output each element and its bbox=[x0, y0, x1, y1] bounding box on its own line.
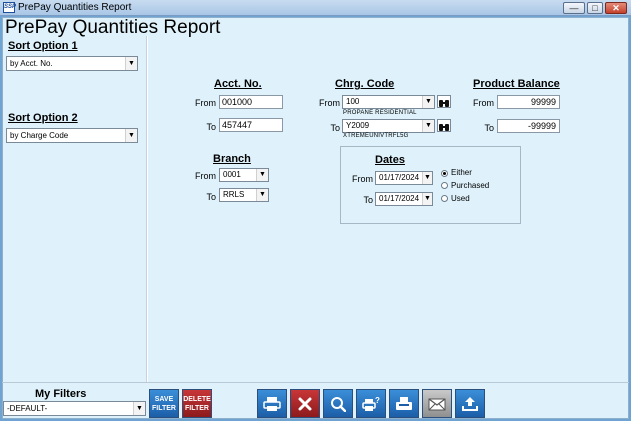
svg-text:?: ? bbox=[375, 396, 380, 405]
save-filter-label-1: SAVE bbox=[154, 396, 174, 403]
chrg-from-label: From bbox=[319, 98, 340, 108]
chevron-down-icon[interactable]: ▼ bbox=[422, 172, 432, 184]
radio-either[interactable] bbox=[441, 170, 448, 177]
my-filters-select[interactable]: -DEFAULT- ▼ bbox=[3, 401, 146, 416]
dates-to-picker[interactable]: 01/17/2024 ▼ bbox=[375, 192, 433, 206]
chrg-to-select[interactable]: Y2009 ▼ bbox=[342, 119, 435, 133]
window-title: PrePay Quantities Report bbox=[18, 2, 132, 13]
dates-group bbox=[340, 146, 521, 224]
radio-purchased[interactable] bbox=[441, 182, 448, 189]
chevron-down-icon[interactable]: ▼ bbox=[256, 189, 268, 201]
chrg-code-header: Chrg. Code bbox=[335, 78, 395, 90]
branch-from-value: 0001 bbox=[223, 170, 241, 179]
acct-no-header: Acct. No. bbox=[214, 78, 262, 90]
chevron-down-icon[interactable]: ▼ bbox=[422, 193, 432, 205]
balance-to-input[interactable]: -99999 bbox=[497, 119, 560, 133]
acct-from-input[interactable]: 001000 bbox=[219, 95, 283, 109]
chevron-down-icon[interactable]: ▼ bbox=[133, 402, 145, 415]
acct-to-input[interactable]: 457447 bbox=[219, 118, 283, 132]
chrg-from-value: 100 bbox=[346, 97, 360, 106]
magnifier-icon bbox=[331, 397, 346, 412]
binoculars-icon bbox=[439, 100, 449, 107]
acct-to-label: To bbox=[206, 122, 216, 132]
minimize-button[interactable]: — bbox=[563, 2, 585, 14]
dates-from-label: From bbox=[352, 174, 373, 184]
save-filter-button[interactable]: SAVE FILTER bbox=[149, 389, 179, 418]
chevron-down-icon[interactable]: ▼ bbox=[125, 129, 137, 142]
chevron-down-icon[interactable]: ▼ bbox=[125, 57, 137, 70]
binoculars-icon bbox=[439, 124, 449, 131]
balance-from-label: From bbox=[473, 98, 494, 108]
balance-to-label: To bbox=[484, 123, 494, 133]
app-logo-icon: SSP bbox=[3, 2, 16, 13]
branch-header: Branch bbox=[213, 153, 251, 165]
fax-button[interactable] bbox=[389, 389, 419, 418]
chrg-to-lookup-button[interactable] bbox=[437, 119, 451, 132]
radio-either-label: Either bbox=[451, 168, 472, 177]
branch-to-value: RRLS bbox=[223, 190, 245, 199]
divider bbox=[2, 382, 629, 383]
print-setup-button[interactable]: ? bbox=[356, 389, 386, 418]
cancel-button[interactable] bbox=[290, 389, 320, 418]
maximize-button[interactable]: □ bbox=[587, 2, 603, 14]
dates-from-value: 01/17/2024 bbox=[379, 173, 420, 182]
sort-option-2-value: by Charge Code bbox=[10, 131, 69, 140]
chevron-down-icon[interactable]: ▼ bbox=[422, 96, 434, 108]
chrg-from-select[interactable]: 100 ▼ bbox=[342, 95, 435, 109]
email-button[interactable] bbox=[422, 389, 452, 418]
chevron-down-icon[interactable]: ▼ bbox=[256, 169, 268, 181]
balance-from-input[interactable]: 99999 bbox=[497, 95, 560, 109]
print-button[interactable] bbox=[257, 389, 287, 418]
printer-icon bbox=[263, 397, 281, 411]
my-filters-label: My Filters bbox=[35, 388, 87, 400]
branch-to-select[interactable]: RRLS ▼ bbox=[219, 188, 269, 202]
product-balance-header: Product Balance bbox=[473, 78, 560, 90]
delete-filter-button[interactable]: DELETE FILTER bbox=[182, 389, 212, 418]
close-x-icon bbox=[298, 397, 312, 411]
upload-icon bbox=[462, 397, 478, 411]
sort-option-2-label: Sort Option 2 bbox=[8, 112, 78, 124]
delete-filter-label-2: FILTER bbox=[185, 405, 209, 412]
export-button[interactable] bbox=[455, 389, 485, 418]
chrg-to-value: Y2009 bbox=[346, 121, 370, 130]
dates-to-label: To bbox=[363, 195, 373, 205]
radio-used-label: Used bbox=[451, 194, 470, 203]
chevron-down-icon[interactable]: ▼ bbox=[422, 120, 434, 132]
envelope-icon bbox=[428, 398, 446, 411]
radio-purchased-label: Purchased bbox=[451, 181, 490, 190]
dates-header: Dates bbox=[375, 154, 405, 166]
chrg-from-description: PROPANE RESIDENTIAL bbox=[343, 110, 417, 116]
sort-option-1-value: by Acct. No. bbox=[10, 59, 53, 68]
printer-question-icon: ? bbox=[362, 396, 380, 411]
acct-from-label: From bbox=[195, 98, 216, 108]
sort-option-1-label: Sort Option 1 bbox=[8, 40, 78, 52]
branch-to-label: To bbox=[206, 192, 216, 202]
sort-option-1-select[interactable]: by Acct. No. ▼ bbox=[6, 56, 138, 71]
sort-panel bbox=[2, 36, 147, 382]
branch-from-select[interactable]: 0001 ▼ bbox=[219, 168, 269, 182]
fax-icon bbox=[396, 397, 412, 410]
chrg-to-label: To bbox=[330, 123, 340, 133]
close-button[interactable]: ✕ bbox=[605, 2, 627, 14]
radio-used[interactable] bbox=[441, 195, 448, 202]
dates-from-picker[interactable]: 01/17/2024 ▼ bbox=[375, 171, 433, 185]
branch-from-label: From bbox=[195, 171, 216, 181]
chrg-to-description: XTREMEUNIVTRFL5G bbox=[343, 133, 409, 139]
my-filters-value: -DEFAULT- bbox=[7, 404, 48, 413]
chrg-from-lookup-button[interactable] bbox=[437, 95, 451, 108]
preview-button[interactable] bbox=[323, 389, 353, 418]
delete-filter-label-1: DELETE bbox=[183, 396, 211, 403]
dates-to-value: 01/17/2024 bbox=[379, 194, 420, 203]
save-filter-label-2: FILTER bbox=[152, 405, 176, 412]
sort-option-2-select[interactable]: by Charge Code ▼ bbox=[6, 128, 138, 143]
